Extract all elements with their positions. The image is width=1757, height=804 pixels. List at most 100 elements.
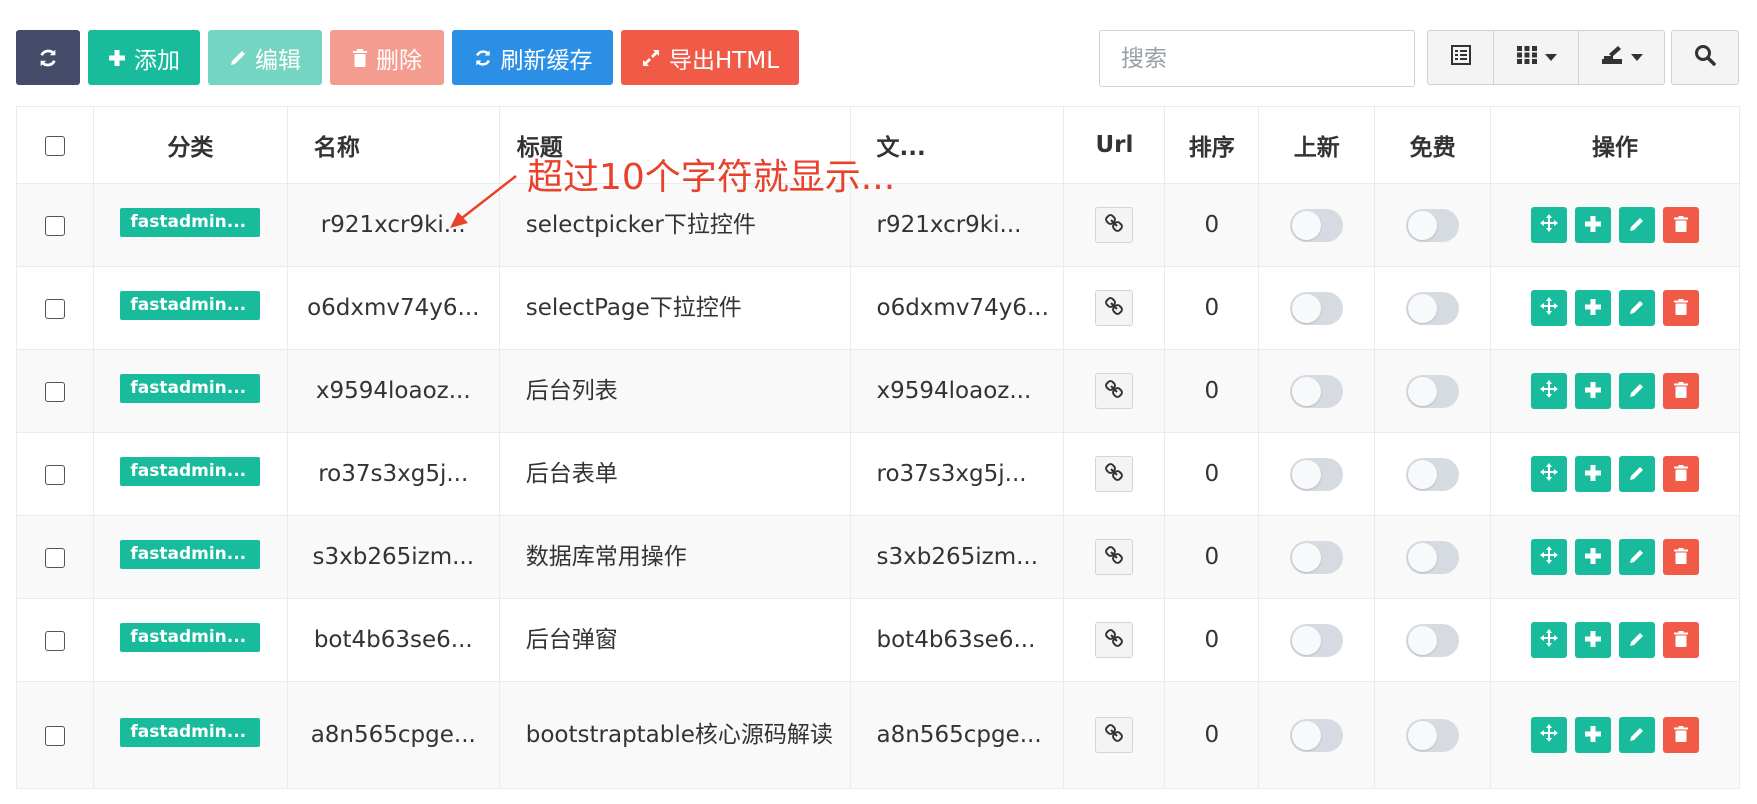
row-add-button[interactable] bbox=[1575, 717, 1612, 753]
pencil-icon bbox=[1629, 627, 1645, 653]
row-edit-button[interactable] bbox=[1619, 539, 1656, 575]
actions-cell bbox=[1490, 183, 1740, 267]
is-new-cell bbox=[1258, 515, 1376, 599]
row-edit-button[interactable] bbox=[1619, 290, 1656, 326]
category-badge: fastadmin... bbox=[120, 290, 261, 320]
row-checkbox[interactable] bbox=[44, 464, 65, 485]
row-checkbox[interactable] bbox=[44, 381, 65, 402]
url-link-button[interactable] bbox=[1095, 622, 1134, 658]
row-delete-button[interactable] bbox=[1663, 290, 1700, 326]
actions-cell bbox=[1490, 681, 1740, 789]
toggle-view-button[interactable] bbox=[1428, 31, 1494, 84]
table-row: fastadmin... x9594loaoz... 后台列表 x9594loa… bbox=[16, 349, 1740, 433]
row-add-button[interactable] bbox=[1575, 539, 1612, 575]
url-cell bbox=[1063, 681, 1166, 789]
columns-dropdown-button[interactable] bbox=[1494, 31, 1579, 84]
refresh-cache-button-label: 刷新缓存 bbox=[500, 47, 593, 74]
drag-sort-button[interactable] bbox=[1531, 207, 1568, 243]
free-toggle[interactable] bbox=[1406, 718, 1460, 752]
row-delete-button[interactable] bbox=[1663, 373, 1700, 409]
is-new-toggle[interactable] bbox=[1290, 718, 1344, 752]
row-add-button[interactable] bbox=[1575, 290, 1612, 326]
is-new-toggle[interactable] bbox=[1290, 291, 1344, 325]
refresh-button[interactable] bbox=[16, 30, 80, 85]
drag-sort-button[interactable] bbox=[1531, 373, 1568, 409]
free-toggle[interactable] bbox=[1406, 457, 1460, 491]
trash-icon bbox=[1674, 378, 1689, 404]
view-options-group bbox=[1427, 30, 1665, 85]
plus-icon bbox=[1585, 627, 1602, 653]
row-checkbox[interactable] bbox=[44, 725, 65, 746]
free-toggle[interactable] bbox=[1406, 623, 1460, 657]
row-add-button[interactable] bbox=[1575, 207, 1612, 243]
free-toggle[interactable] bbox=[1406, 291, 1460, 325]
row-edit-button[interactable] bbox=[1619, 373, 1656, 409]
row-checkbox[interactable] bbox=[44, 298, 65, 319]
drag-sort-button[interactable] bbox=[1531, 456, 1568, 492]
column-header-sort[interactable]: 排序 bbox=[1164, 106, 1260, 184]
category-cell: fastadmin... bbox=[92, 349, 288, 433]
row-edit-button[interactable] bbox=[1619, 717, 1656, 753]
add-button-label: 添加 bbox=[134, 47, 180, 74]
category-cell: fastadmin... bbox=[92, 681, 288, 789]
row-edit-button[interactable] bbox=[1619, 456, 1656, 492]
url-link-button[interactable] bbox=[1095, 717, 1134, 753]
table-row: fastadmin... s3xb265izm... 数据库常用操作 s3xb2… bbox=[16, 515, 1740, 599]
row-delete-button[interactable] bbox=[1663, 622, 1700, 658]
is-new-toggle[interactable] bbox=[1290, 457, 1344, 491]
row-delete-button[interactable] bbox=[1663, 717, 1700, 753]
row-edit-button[interactable] bbox=[1619, 207, 1656, 243]
move-icon bbox=[1540, 461, 1559, 487]
url-link-button[interactable] bbox=[1095, 207, 1134, 243]
is-new-toggle[interactable] bbox=[1290, 208, 1344, 242]
is-new-toggle[interactable] bbox=[1290, 374, 1344, 408]
edit-button-label: 编辑 bbox=[255, 47, 301, 74]
drag-sort-button[interactable] bbox=[1531, 290, 1568, 326]
search-button[interactable] bbox=[1671, 30, 1739, 85]
drag-sort-button[interactable] bbox=[1531, 717, 1568, 753]
row-checkbox[interactable] bbox=[44, 630, 65, 651]
delete-button[interactable]: 删除 bbox=[330, 30, 444, 85]
url-link-button[interactable] bbox=[1095, 539, 1134, 575]
row-checkbox[interactable] bbox=[44, 215, 65, 236]
free-toggle[interactable] bbox=[1406, 208, 1460, 242]
name-cell: x9594loaoz... bbox=[286, 349, 500, 433]
sort-cell: 0 bbox=[1164, 681, 1260, 789]
drag-sort-button[interactable] bbox=[1531, 539, 1568, 575]
row-add-button[interactable] bbox=[1575, 373, 1612, 409]
column-header-free[interactable]: 免费 bbox=[1374, 106, 1492, 184]
title-cell: selectPage下拉控件 bbox=[498, 266, 851, 350]
add-button[interactable]: 添加 bbox=[88, 30, 200, 85]
edit-button[interactable]: 编辑 bbox=[208, 30, 322, 85]
free-cell bbox=[1374, 598, 1492, 682]
export-html-button[interactable]: 导出HTML bbox=[621, 30, 799, 85]
row-delete-button[interactable] bbox=[1663, 456, 1700, 492]
select-all-checkbox[interactable] bbox=[44, 135, 65, 156]
free-toggle[interactable] bbox=[1406, 540, 1460, 574]
trash-icon bbox=[1674, 295, 1689, 321]
url-link-button[interactable] bbox=[1095, 290, 1134, 326]
column-header-is-new[interactable]: 上新 bbox=[1258, 106, 1376, 184]
row-add-button[interactable] bbox=[1575, 622, 1612, 658]
row-delete-button[interactable] bbox=[1663, 207, 1700, 243]
column-header-category[interactable]: 分类 bbox=[92, 106, 288, 184]
plus-icon bbox=[1585, 212, 1602, 238]
drag-sort-button[interactable] bbox=[1531, 622, 1568, 658]
row-checkbox[interactable] bbox=[44, 547, 65, 568]
row-delete-button[interactable] bbox=[1663, 539, 1700, 575]
url-link-button[interactable] bbox=[1095, 456, 1134, 492]
free-toggle[interactable] bbox=[1406, 374, 1460, 408]
column-header-url[interactable]: Url bbox=[1063, 106, 1166, 184]
link-icon bbox=[1105, 544, 1124, 570]
search-input[interactable] bbox=[1099, 30, 1415, 87]
row-edit-button[interactable] bbox=[1619, 622, 1656, 658]
is-new-toggle[interactable] bbox=[1290, 540, 1344, 574]
file-cell: a8n565cpge... bbox=[849, 681, 1065, 789]
row-add-button[interactable] bbox=[1575, 456, 1612, 492]
refresh-cache-button[interactable]: 刷新缓存 bbox=[452, 30, 613, 85]
export-dropdown-button[interactable] bbox=[1579, 31, 1664, 84]
actions-cell bbox=[1490, 598, 1740, 682]
url-link-button[interactable] bbox=[1095, 373, 1134, 409]
is-new-toggle[interactable] bbox=[1290, 623, 1344, 657]
pencil-icon bbox=[1629, 544, 1645, 570]
